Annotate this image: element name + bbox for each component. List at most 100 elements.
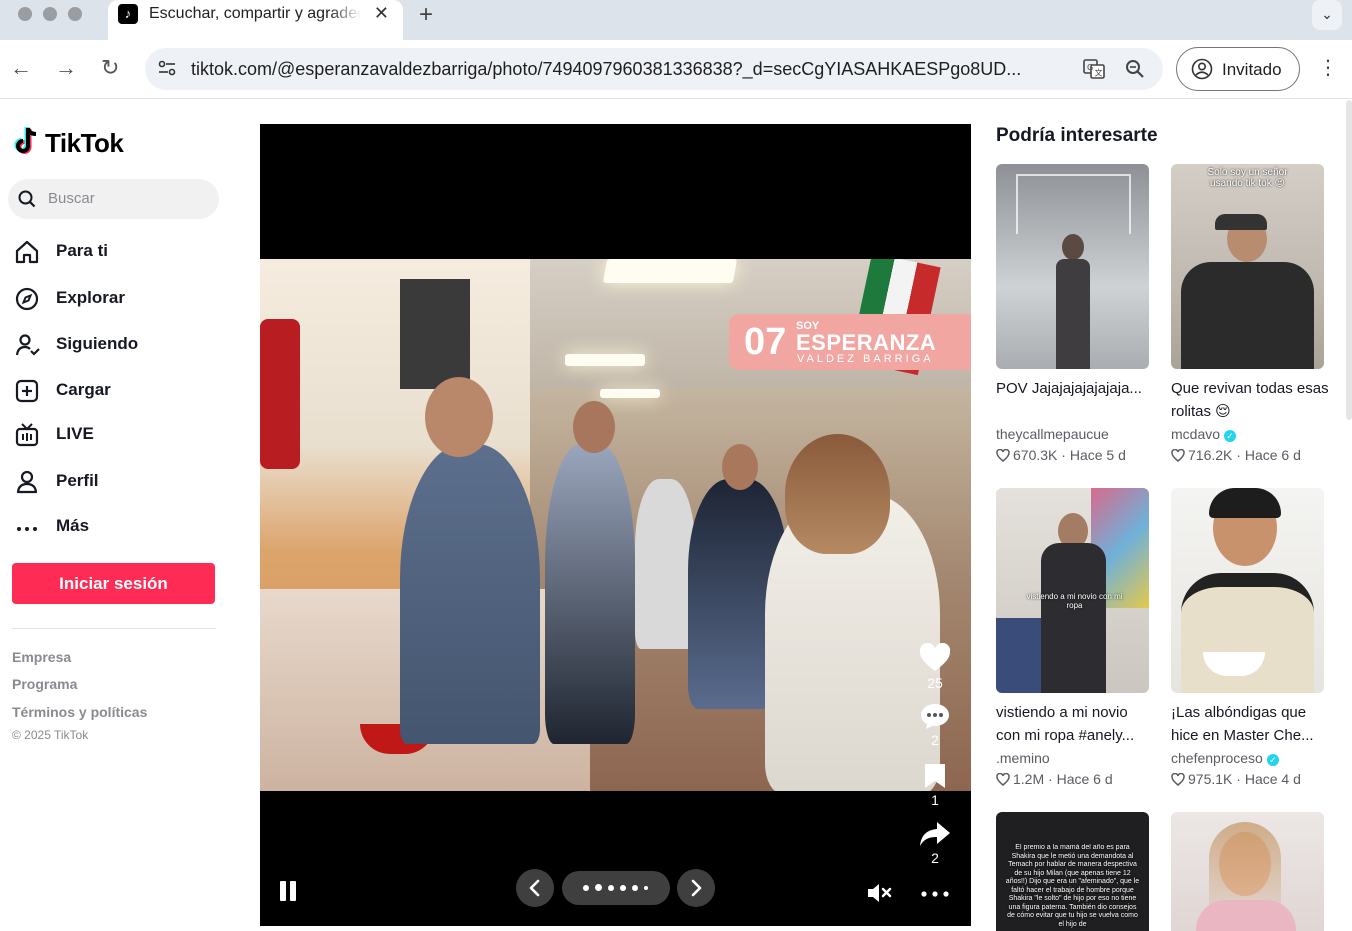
forward-button[interactable]: →: [55, 56, 77, 80]
pagination-dot[interactable]: [620, 885, 626, 891]
nav-label: Para ti: [56, 241, 108, 260]
video-thumbnail[interactable]: [1171, 812, 1324, 931]
compass-icon: [15, 287, 39, 311]
back-button[interactable]: ←: [10, 56, 32, 80]
video-thumbnail[interactable]: El premio a la mamá del año es para Shak…: [996, 812, 1149, 931]
nav-siguiendo[interactable]: Siguiendo: [14, 328, 214, 360]
card-author[interactable]: .memino: [996, 750, 1050, 766]
zoom-icon[interactable]: [1123, 57, 1147, 81]
thumbnail-person-head: [1062, 234, 1084, 260]
window-close-button[interactable]: [18, 7, 32, 21]
share-button[interactable]: 2: [916, 820, 954, 866]
author-name[interactable]: theycallmepaucue: [996, 426, 1109, 442]
thumbnail-cap: [1215, 214, 1267, 230]
profile-guest-button[interactable]: Invitado: [1176, 47, 1300, 91]
verified-badge-icon: ✓: [1266, 754, 1279, 766]
footer-link-terminos[interactable]: Términos y políticas: [12, 704, 147, 720]
upload-icon: [15, 379, 39, 403]
footer-link-programa[interactable]: Programa: [12, 676, 77, 692]
translate-icon[interactable]: G 文: [1082, 57, 1106, 81]
heart-outline-icon: [996, 448, 1010, 462]
video-thumbnail[interactable]: Solo soy un señor usando tik tok 😉: [1171, 164, 1324, 369]
author-name[interactable]: mcdavo: [1171, 426, 1220, 442]
more-icon: [17, 527, 37, 531]
card-title[interactable]: Que revivan todas esas rolitas 😌: [1171, 377, 1331, 423]
thumbnail-fixture: [1016, 174, 1131, 234]
pagination-dot[interactable]: [608, 885, 614, 891]
card-meta: 716.2K · Hace 6 d: [1171, 447, 1301, 463]
tiktok-note-icon: [14, 127, 37, 154]
card-age: Hace 5 d: [1069, 447, 1126, 463]
card-title[interactable]: ¡Las albóndigas que hice en Master Che..…: [1171, 701, 1331, 747]
home-icon: [15, 240, 39, 264]
like-button[interactable]: 25: [916, 643, 954, 691]
more-options-icon[interactable]: [920, 891, 950, 897]
nav-live[interactable]: LIVE: [14, 418, 214, 450]
sidebar-divider: [12, 628, 216, 629]
mute-icon[interactable]: [866, 882, 892, 904]
pagination-dot[interactable]: [583, 885, 589, 891]
pagination-dot[interactable]: [632, 885, 638, 891]
previous-photo-button[interactable]: [516, 869, 554, 907]
card-age: Hace 6 d: [1056, 771, 1113, 787]
nav-cargar[interactable]: Cargar: [14, 374, 214, 406]
photo-pagination[interactable]: [562, 871, 670, 905]
card-title[interactable]: POV Jajajajajajajaja...: [996, 377, 1156, 400]
nav-label: Explorar: [56, 288, 125, 307]
next-photo-button[interactable]: [677, 869, 715, 907]
ceiling-light: [602, 259, 738, 283]
window-zoom-button[interactable]: [68, 7, 82, 21]
search-input[interactable]: Buscar: [8, 179, 219, 219]
comment-icon: [921, 704, 949, 729]
footer-link-empresa[interactable]: Empresa: [12, 649, 71, 665]
save-button[interactable]: 1: [916, 762, 954, 808]
browser-tab-bar: ♪ Escuchar, compartir y agradecer ✕ + ⌄: [0, 0, 1352, 40]
heart-outline-icon: [996, 772, 1010, 786]
video-thumbnail[interactable]: vistiendo a mi novio con mi ropa: [996, 488, 1149, 693]
pagination-dot[interactable]: [644, 886, 648, 890]
tab-close-icon[interactable]: ✕: [374, 3, 389, 24]
card-author[interactable]: chefenproceso ✓: [1171, 750, 1279, 766]
following-icon: [15, 334, 40, 356]
card-author[interactable]: theycallmepaucue: [996, 426, 1109, 442]
like-count: 25: [927, 675, 943, 691]
pagination-dot-active[interactable]: [595, 884, 602, 891]
nav-perfil[interactable]: Perfil: [14, 465, 214, 497]
live-icon: [15, 423, 39, 447]
browser-menu-icon[interactable]: ⋮: [1318, 56, 1338, 80]
login-button[interactable]: Iniciar sesión: [12, 563, 215, 604]
video-thumbnail[interactable]: [1171, 488, 1324, 693]
address-bar[interactable]: tiktok.com/@esperanzavaldezbarriga/photo…: [145, 48, 1163, 90]
new-tab-button[interactable]: +: [419, 1, 433, 29]
reload-button[interactable]: ↻: [101, 56, 119, 80]
nav-mas[interactable]: Más: [14, 510, 214, 542]
video-thumbnail[interactable]: [996, 164, 1149, 369]
page-scrollbar[interactable]: [1346, 100, 1352, 420]
browser-tab-active[interactable]: ♪ Escuchar, compartir y agradecer ✕: [108, 0, 403, 40]
search-placeholder: Buscar: [48, 190, 95, 207]
url-text[interactable]: tiktok.com/@esperanzavaldezbarriga/photo…: [191, 59, 1071, 80]
thumbnail-caption: vistiendo a mi novio con mi ropa: [1026, 592, 1123, 610]
ceiling-light: [600, 389, 660, 398]
person-background: [635, 479, 695, 649]
nav-label: Siguiendo: [56, 334, 139, 353]
thumbnail-person: [1041, 543, 1106, 693]
nav-explorar[interactable]: Explorar: [14, 282, 214, 314]
window-minimize-button[interactable]: [43, 7, 57, 21]
site-settings-icon[interactable]: [157, 58, 177, 78]
card-title[interactable]: vistiendo a mi novio con mi ropa #anely.…: [996, 701, 1156, 747]
card-author[interactable]: mcdavo ✓: [1171, 426, 1237, 442]
comment-button[interactable]: 2: [916, 702, 954, 748]
profile-label: Invitado: [1222, 60, 1282, 79]
card-likes: 975.1K: [1188, 771, 1233, 787]
pause-button[interactable]: [279, 881, 299, 901]
person-head: [573, 401, 615, 453]
svg-text:文: 文: [1095, 68, 1103, 78]
tab-title: Escuchar, compartir y agradecer: [149, 5, 361, 22]
photo-player[interactable]: 07 SOY ESPERANZA VALDEZ BARRIGA 25 2 1 2: [260, 124, 971, 926]
nav-para-ti[interactable]: Para ti: [14, 235, 214, 267]
author-name[interactable]: .memino: [996, 750, 1050, 766]
author-name[interactable]: chefenproceso: [1171, 750, 1263, 766]
person-candidate-head: [785, 434, 890, 554]
tab-search-dropdown-button[interactable]: ⌄: [1312, 0, 1342, 30]
